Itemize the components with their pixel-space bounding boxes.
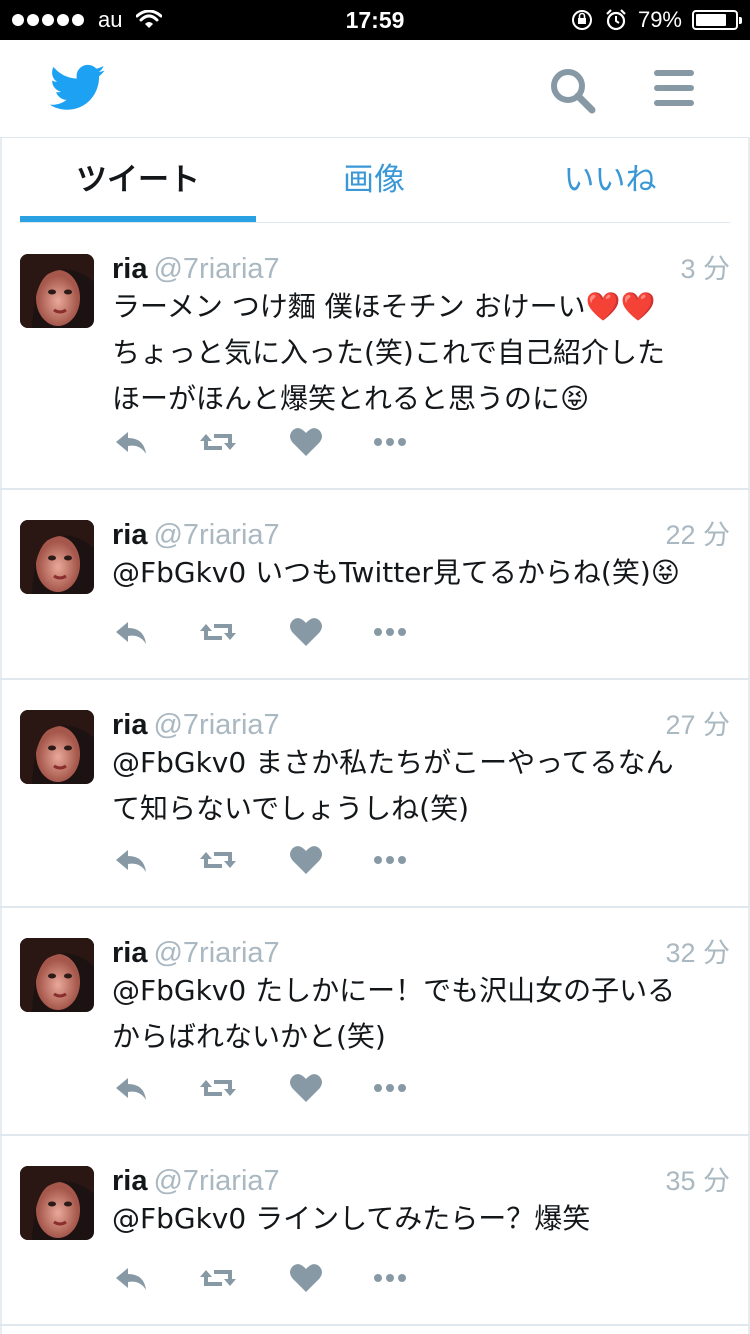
tab-likes[interactable]: いいね <box>492 158 728 208</box>
avatar[interactable] <box>20 710 94 784</box>
retweet-icon[interactable] <box>198 1068 238 1108</box>
tabs-divider <box>20 222 730 223</box>
retweet-icon[interactable] <box>198 1258 238 1298</box>
app-header <box>0 40 750 138</box>
tweet-text: @FbGkv0 たしかにー！でも沢山女の子いる からばれないかと(笑) <box>112 974 676 1053</box>
avatar[interactable] <box>20 1166 94 1240</box>
avatar[interactable] <box>20 520 94 594</box>
tweet-actions <box>112 840 432 880</box>
like-icon[interactable] <box>286 1258 326 1298</box>
tweet-actions <box>112 1258 432 1298</box>
alarm-icon <box>606 9 626 31</box>
orientation-lock-icon <box>571 10 592 30</box>
more-icon[interactable] <box>370 1068 410 1108</box>
like-icon[interactable] <box>286 422 326 462</box>
reply-icon[interactable] <box>112 612 152 652</box>
tweet-author-handle[interactable]: @7riaria7 <box>153 253 279 285</box>
tweet-timestamp: 3 分 <box>680 254 730 284</box>
tweet-author-name[interactable]: ria <box>112 253 147 285</box>
tweet-text: ラーメン つけ麵 僕ほそチン おけーい❤️❤️ ちょっと気に入った(笑)これで自… <box>112 290 666 415</box>
tweet-author-handle[interactable]: @7riaria7 <box>153 709 279 741</box>
twitter-bird-icon[interactable] <box>50 64 106 112</box>
reply-icon[interactable] <box>112 1258 152 1298</box>
status-bar: au 17:59 79% <box>0 0 750 40</box>
tweet-item[interactable]: ria @7riaria7 35 分 @FbGkv0 ラインしてみたらー？爆笑 <box>0 1136 750 1326</box>
tweet-author-handle[interactable]: @7riaria7 <box>153 519 279 551</box>
profile-tabs: ツイート 画像 いいね <box>0 138 750 226</box>
tweet-author-name[interactable]: ria <box>112 1165 147 1197</box>
retweet-icon[interactable] <box>198 422 238 462</box>
retweet-icon[interactable] <box>198 612 238 652</box>
tweet-item[interactable]: ria @7riaria7 27 分 @FbGkv0 まさか私たちがこーやってるな… <box>0 680 750 908</box>
reply-icon[interactable] <box>112 840 152 880</box>
tweet-author-handle[interactable]: @7riaria7 <box>153 1165 279 1197</box>
tweet-text: @FbGkv0 ラインしてみたらー？爆笑 <box>112 1202 591 1235</box>
tweet-actions <box>112 422 432 462</box>
menu-icon[interactable] <box>652 66 696 110</box>
battery-percent: 79% <box>637 7 682 32</box>
more-icon[interactable] <box>370 422 410 462</box>
tweet-text: @FbGkv0 まさか私たちがこーやってるなん て知らないでしょうしね(笑) <box>112 746 674 825</box>
like-icon[interactable] <box>286 612 326 652</box>
search-icon[interactable] <box>548 66 598 116</box>
retweet-icon[interactable] <box>198 840 238 880</box>
reply-icon[interactable] <box>112 1068 152 1108</box>
reply-icon[interactable] <box>112 422 152 462</box>
tweet-timestamp: 27 分 <box>665 710 730 740</box>
avatar[interactable] <box>20 938 94 1012</box>
tweet-author-handle[interactable]: @7riaria7 <box>153 937 279 969</box>
tweet-item[interactable]: ria @7riaria7 22 分 @FbGkv0 いつもTwitter見てるか… <box>0 490 750 680</box>
tweet-text: @FbGkv0 いつもTwitter見てるからね(笑)😝 <box>112 556 680 589</box>
more-icon[interactable] <box>370 612 410 652</box>
avatar[interactable] <box>20 254 94 328</box>
tweet-item[interactable]: ria @7riaria7 32 分 @FbGkv0 たしかにー！でも沢山女の子い… <box>0 908 750 1136</box>
tab-tweets[interactable]: ツイート <box>20 158 256 208</box>
tweet-author-name[interactable]: ria <box>112 519 147 551</box>
tweet-timestamp: 35 分 <box>665 1166 730 1196</box>
tweet-actions <box>112 1068 432 1108</box>
tab-media[interactable]: 画像 <box>256 158 492 208</box>
more-icon[interactable] <box>370 840 410 880</box>
tweet-author-name[interactable]: ria <box>112 937 147 969</box>
tweet-timestamp: 32 分 <box>665 938 730 968</box>
more-icon[interactable] <box>370 1258 410 1298</box>
tweet-actions <box>112 612 432 652</box>
tweet-timestamp: 22 分 <box>665 520 730 550</box>
tweet-item[interactable]: ria @7riaria7 3 分 ラーメン つけ麵 僕ほそチン おけーい❤️❤️… <box>0 226 750 490</box>
battery-icon <box>692 10 742 30</box>
like-icon[interactable] <box>286 840 326 880</box>
tweet-author-name[interactable]: ria <box>112 709 147 741</box>
like-icon[interactable] <box>286 1068 326 1108</box>
